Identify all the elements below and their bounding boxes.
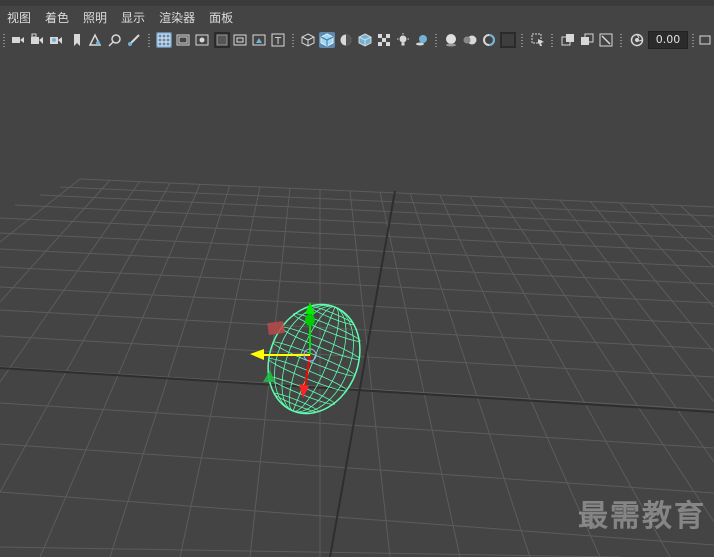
camera-lock-icon[interactable]: [29, 32, 45, 48]
toolbar-overflow-icon[interactable]: [697, 32, 713, 48]
z-axis-handle: [299, 384, 309, 398]
plane-handle: [267, 320, 285, 336]
2d-pan-zoom-icon[interactable]: [107, 32, 123, 48]
film-gate-icon[interactable]: [175, 32, 191, 48]
shadows-icon[interactable]: [414, 32, 430, 48]
depth-of-field-icon[interactable]: [500, 32, 516, 48]
toolbar-separator: [521, 34, 523, 48]
gate-mask-icon[interactable]: [214, 32, 230, 48]
plane-handle-green: [263, 370, 275, 382]
watermark-logo: 最需教育: [578, 499, 706, 534]
menu-renderer[interactable]: 渲染器: [152, 6, 202, 30]
toolbar-separator: [692, 34, 694, 48]
viewport-scene: [0, 178, 714, 557]
menu-lighting[interactable]: 照明: [76, 6, 114, 30]
wireframe-icon[interactable]: [300, 32, 316, 48]
grid-z-axis-line: [329, 190, 396, 557]
camera-select-icon[interactable]: [10, 32, 26, 48]
maya-viewport-window: 视图 着色 照明 显示 渲染器 面板 T 0.00 最需教育: [0, 0, 714, 557]
wireframe-on-shaded-icon[interactable]: [357, 32, 373, 48]
menu-shading[interactable]: 着色: [38, 6, 76, 30]
toolbar-separator: [435, 34, 437, 48]
exposure-icon[interactable]: [629, 32, 645, 48]
xray-joints-icon[interactable]: [598, 32, 614, 48]
isolate-select-icon[interactable]: [530, 32, 546, 48]
screen-space-ao-icon[interactable]: [443, 32, 459, 48]
menu-show[interactable]: 显示: [114, 6, 152, 30]
image-plane-icon[interactable]: [87, 32, 103, 48]
menu-view[interactable]: 视图: [0, 6, 38, 30]
toolbar-separator: [620, 34, 622, 48]
grease-pencil-icon[interactable]: [126, 32, 142, 48]
toolbar-separator: [148, 34, 150, 48]
panel-toolbar: T: [0, 30, 714, 52]
3d-viewport[interactable]: 最需教育: [0, 52, 714, 557]
smooth-shade-icon[interactable]: [319, 32, 335, 48]
toolbar-separator: [551, 34, 553, 48]
menu-panels[interactable]: 面板: [202, 6, 240, 30]
toolbar-separator: [292, 34, 294, 48]
toolbar-separator: [3, 34, 5, 48]
bookmark-icon[interactable]: [69, 32, 85, 48]
resolution-gate-icon[interactable]: [194, 32, 210, 48]
svg-text:T: T: [274, 36, 282, 47]
use-all-lights-icon[interactable]: [395, 32, 411, 48]
motion-blur-icon[interactable]: [462, 32, 478, 48]
xray-icon[interactable]: [560, 32, 576, 48]
grid-toggle-icon[interactable]: [156, 32, 172, 48]
field-chart-icon[interactable]: [232, 32, 248, 48]
xray-active-components-icon[interactable]: [579, 32, 595, 48]
multisample-aa-icon[interactable]: [481, 32, 497, 48]
safe-action-icon[interactable]: [251, 32, 267, 48]
panel-menubar: 视图 着色 照明 显示 渲染器 面板: [0, 6, 714, 30]
camera-attributes-icon[interactable]: [48, 32, 64, 48]
textured-icon[interactable]: [376, 32, 392, 48]
exposure-value-field[interactable]: 0.00: [648, 31, 688, 49]
safe-title-icon[interactable]: T: [270, 32, 286, 48]
default-material-icon[interactable]: [338, 32, 354, 48]
